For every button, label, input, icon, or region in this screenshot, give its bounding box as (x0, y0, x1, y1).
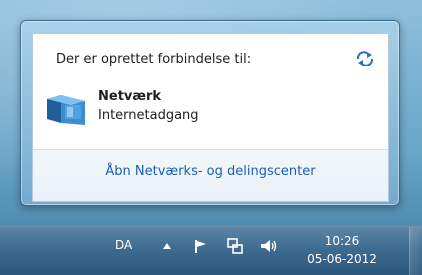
chevron-up-icon[interactable] (157, 235, 177, 257)
show-desktop-button[interactable] (409, 227, 422, 275)
network-icon[interactable] (225, 235, 245, 257)
network-icon (45, 89, 87, 127)
speaker-icon[interactable] (259, 235, 279, 257)
refresh-icon[interactable] (354, 47, 376, 69)
language-indicator[interactable]: DA (115, 238, 132, 252)
clock-date: 05-06-2012 (307, 252, 377, 266)
network-popup: Der er oprettet forbindelse til: Netværk… (32, 33, 389, 202)
network-status: Internetadgang (98, 108, 199, 123)
clock-time: 10:26 (324, 234, 360, 248)
popup-header: Der er oprettet forbindelse til: (56, 52, 252, 67)
popup-footer: Åbn Netværks- og delingscenter (33, 150, 388, 201)
network-name: Netværk (98, 89, 162, 104)
system-clock[interactable]: 10:26 05-06-2012 (292, 232, 392, 268)
open-network-center-link[interactable]: Åbn Netværks- og delingscenter (33, 164, 388, 179)
taskbar: DA 10:26 05-06-2012 (0, 226, 422, 275)
flag-icon[interactable] (190, 235, 210, 257)
